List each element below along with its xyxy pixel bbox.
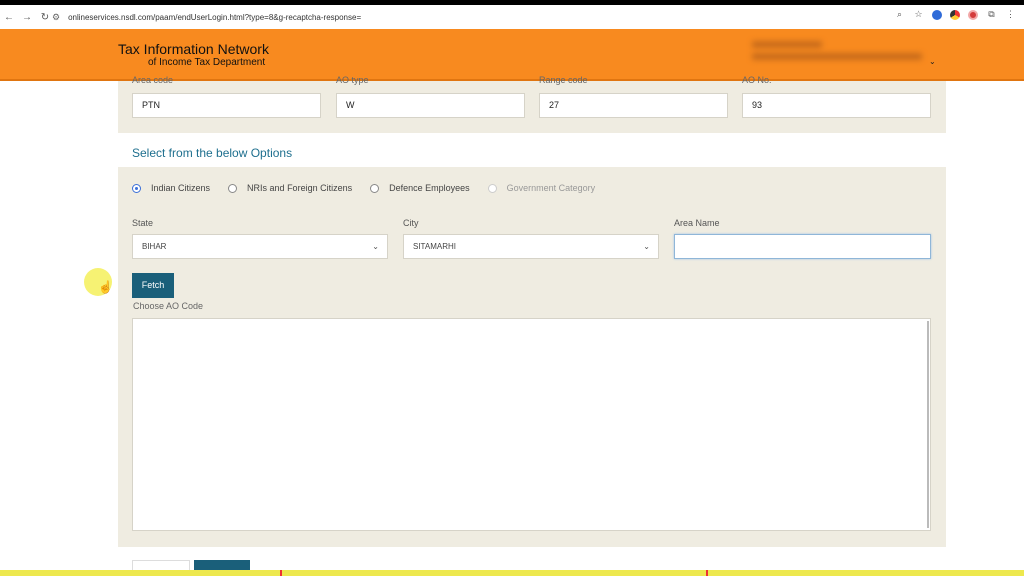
area-name-label: Area Name: [674, 218, 720, 228]
forward-arrow-icon[interactable]: →: [18, 12, 36, 23]
radio-nris-foreign[interactable]: [228, 183, 238, 193]
chevron-down-icon[interactable]: ⌄: [929, 57, 936, 66]
radio-label-indian-citizens[interactable]: Indian Citizens: [151, 183, 210, 193]
city-select[interactable]: SITAMARHI ⌄: [403, 234, 659, 259]
category-radio-group: Indian Citizens NRIs and Foreign Citizen…: [132, 183, 613, 193]
strip-marker: [280, 570, 282, 576]
ao-no-field[interactable]: 93: [742, 93, 931, 118]
ao-type-field[interactable]: W: [336, 93, 525, 118]
puzzle-icon[interactable]: ⧉: [986, 9, 997, 20]
radio-indian-citizens[interactable]: [132, 183, 141, 193]
browser-toolbar: ← → ↻ ⚙ onlineservices.nsdl.com/paam/end…: [0, 5, 1024, 29]
bottom-strip: [0, 570, 1024, 576]
area-code-label: Area code: [132, 75, 174, 85]
extension-multicolor-icon[interactable]: [950, 9, 960, 20]
back-arrow-icon[interactable]: ←: [0, 12, 18, 23]
browser-actions: ⌕ ☆ ⧉ ⋮: [894, 9, 1016, 20]
radio-label-defence-employees[interactable]: Defence Employees: [389, 183, 470, 193]
choose-ao-code-label: Choose AO Code: [133, 301, 204, 311]
ao-no-label: AO No.: [742, 75, 772, 85]
brand-subtitle: of Income Tax Department: [148, 57, 266, 68]
search-options-panel: Indian Citizens NRIs and Foreign Citizen…: [118, 167, 946, 547]
state-label: State: [132, 218, 154, 228]
user-info-blurred: [752, 41, 932, 69]
city-value: SITAMARHI: [413, 242, 456, 251]
ao-code-list[interactable]: [132, 318, 931, 531]
hand-cursor-icon: ☝: [98, 280, 113, 294]
options-title: Select from the below Options: [132, 146, 293, 160]
fetch-button[interactable]: Fetch: [132, 273, 174, 298]
zoom-icon[interactable]: ⌕: [894, 9, 905, 20]
site-header: Tax Information Network of Income Tax De…: [0, 29, 1024, 81]
ao-code-scrollbar[interactable]: [927, 321, 929, 528]
url-text: onlineservices.nsdl.com/paam/endUserLogi…: [68, 12, 362, 22]
state-value: BIHAR: [142, 242, 167, 251]
area-code-field[interactable]: PTN: [132, 93, 321, 118]
range-code-label: Range code: [539, 75, 588, 85]
site-info-icon[interactable]: ⚙: [52, 12, 60, 23]
radio-label-government-category[interactable]: Government Category: [507, 183, 596, 193]
address-bar[interactable]: ⚙ onlineservices.nsdl.com/paam/endUserLo…: [52, 8, 922, 26]
extension-red-icon[interactable]: [968, 9, 978, 20]
chevron-down-icon: ⌄: [643, 242, 650, 251]
strip-marker: [706, 570, 708, 576]
brand-title: Tax Information Network: [118, 41, 269, 57]
area-name-input[interactable]: [674, 234, 931, 259]
radio-label-nris-foreign[interactable]: NRIs and Foreign Citizens: [247, 183, 352, 193]
radio-government-category[interactable]: [487, 183, 497, 193]
city-label: City: [403, 218, 419, 228]
extension-blue-icon[interactable]: [932, 9, 942, 20]
radio-defence-employees[interactable]: [370, 183, 380, 193]
star-icon[interactable]: ☆: [913, 9, 924, 20]
ao-type-label: AO type: [336, 75, 369, 85]
chevron-down-icon: ⌄: [372, 242, 379, 251]
ao-code-panel: Area code PTN AO type W Range code 27 AO…: [118, 75, 946, 133]
kebab-menu-icon[interactable]: ⋮: [1005, 9, 1016, 20]
state-select[interactable]: BIHAR ⌄: [132, 234, 388, 259]
range-code-field[interactable]: 27: [539, 93, 728, 118]
